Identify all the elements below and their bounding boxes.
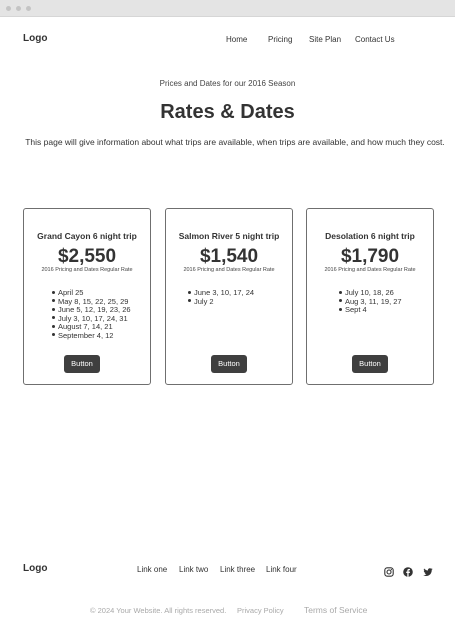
- pricing-card-desolation: Desolation 6 night trip $1,790 2016 Pric…: [306, 208, 434, 385]
- card-price: $1,790: [340, 246, 400, 267]
- card-price: $1,540: [199, 246, 259, 267]
- card-rate-note: 2016 Pricing and Dates Regular Rate: [41, 267, 133, 273]
- footer-link-four[interactable]: Link four: [266, 565, 297, 574]
- card-action-button[interactable]: Button: [352, 355, 388, 373]
- header-logo[interactable]: Logo: [23, 33, 47, 44]
- nav-pricing-link[interactable]: Pricing: [268, 35, 292, 44]
- hero-intro: This page will give information about wh…: [25, 137, 445, 147]
- bullet-icon: [339, 290, 342, 294]
- date-item: July 2: [188, 297, 254, 307]
- bullet-icon: [52, 290, 55, 294]
- hero-eyebrow: Prices and Dates for our 2016 Season: [159, 79, 296, 88]
- card-rate-note: 2016 Pricing and Dates Regular Rate: [324, 267, 416, 273]
- privacy-policy-link[interactable]: Privacy Policy: [237, 606, 284, 615]
- card-title: Desolation 6 night trip: [325, 231, 415, 241]
- card-action-button[interactable]: Button: [64, 355, 100, 373]
- copyright-text: © 2024 Your Website. All rights reserved…: [90, 606, 227, 615]
- twitter-icon[interactable]: [423, 564, 433, 576]
- card-price: $2,550: [57, 246, 117, 267]
- footer-link-three[interactable]: Link three: [220, 565, 255, 574]
- date-item: September 4, 12: [52, 331, 131, 341]
- instagram-icon[interactable]: [384, 564, 394, 577]
- nav-site-plan-link[interactable]: Site Plan: [309, 35, 341, 44]
- bullet-icon: [52, 299, 55, 303]
- footer-link-one[interactable]: Link one: [137, 565, 167, 574]
- card-rate-note: 2016 Pricing and Dates Regular Rate: [183, 267, 275, 273]
- nav-contact-link[interactable]: Contact Us: [355, 35, 395, 44]
- window-dot-maximize[interactable]: [26, 6, 31, 11]
- footer-link-two[interactable]: Link two: [179, 565, 208, 574]
- date-item: Sept 4: [339, 305, 402, 315]
- bullet-icon: [188, 290, 191, 294]
- card-title: Salmon River 5 night trip: [178, 231, 280, 241]
- footer-logo[interactable]: Logo: [23, 563, 47, 574]
- page-title: Rates & Dates: [160, 101, 295, 123]
- window-dot-close[interactable]: [6, 6, 11, 11]
- bullet-icon: [52, 324, 55, 328]
- card-title: Grand Cayon 6 night trip: [37, 231, 137, 241]
- pricing-card-grand-canyon: Grand Cayon 6 night trip $2,550 2016 Pri…: [23, 208, 151, 385]
- pricing-card-salmon-river: Salmon River 5 night trip $1,540 2016 Pr…: [165, 208, 293, 385]
- card-action-button[interactable]: Button: [211, 355, 247, 373]
- card-date-list: July 10, 18, 26 Aug 3, 11, 19, 27 Sept 4: [339, 288, 402, 315]
- bullet-icon: [339, 299, 342, 303]
- terms-of-service-link[interactable]: Terms of Service: [304, 605, 367, 615]
- card-date-list: June 3, 10, 17, 24 July 2: [188, 288, 254, 307]
- browser-titlebar: [0, 0, 455, 17]
- facebook-icon[interactable]: [403, 564, 413, 577]
- bullet-icon: [188, 299, 191, 303]
- nav-home-link[interactable]: Home: [226, 35, 247, 44]
- bullet-icon: [52, 333, 55, 337]
- bullet-icon: [52, 316, 55, 320]
- bullet-icon: [339, 307, 342, 311]
- card-date-list: April 25 May 8, 15, 22, 25, 29 June 5, 1…: [52, 288, 131, 341]
- bullet-icon: [52, 307, 55, 311]
- window-dot-minimize[interactable]: [16, 6, 21, 11]
